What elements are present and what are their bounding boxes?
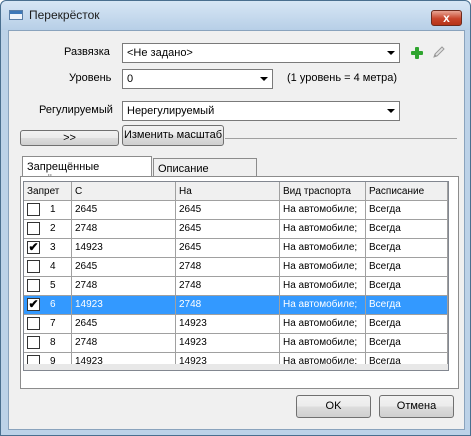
ok-button[interactable]: OK bbox=[296, 395, 371, 418]
cell-transport[interactable]: На автомобиле; bbox=[280, 239, 366, 258]
cell-transport[interactable]: На автомобиле; bbox=[280, 277, 366, 296]
tab-passage-description[interactable]: Описание проезда bbox=[153, 158, 257, 187]
level-select[interactable]: 0 bbox=[122, 69, 273, 89]
window-title: Перекрёсток bbox=[29, 8, 100, 22]
ban-checkbox[interactable] bbox=[27, 279, 40, 292]
regulated-label: Регулируемый bbox=[39, 104, 113, 116]
cell-schedule[interactable]: Всегда bbox=[366, 239, 448, 258]
table-row[interactable]: ✔ 6 14923 2748 На автомобиле; Всегда bbox=[24, 296, 448, 315]
cell-from[interactable]: 14923 bbox=[72, 296, 176, 315]
cell-from[interactable]: 2748 bbox=[72, 277, 176, 296]
column-header-ban[interactable]: Запрет bbox=[24, 182, 72, 201]
cell-to[interactable]: 2645 bbox=[176, 239, 280, 258]
cell-transport[interactable]: На автомобиле; bbox=[280, 258, 366, 277]
binding-label: Развязка bbox=[64, 46, 110, 58]
table-row[interactable]: 5 2748 2748 На автомобиле; Всегда bbox=[24, 277, 448, 296]
column-header-to[interactable]: На bbox=[176, 182, 280, 201]
cell-schedule[interactable]: Всегда bbox=[366, 334, 448, 353]
cell-ban: 4 bbox=[24, 258, 72, 277]
cell-transport[interactable]: На автомобиле; bbox=[280, 334, 366, 353]
row-number: 1 bbox=[50, 204, 56, 215]
chevron-down-icon[interactable] bbox=[383, 45, 398, 61]
cell-schedule[interactable]: Всегда bbox=[366, 201, 448, 220]
regulated-value: Нерегулируемый bbox=[127, 105, 215, 117]
row-number: 2 bbox=[50, 223, 56, 234]
ban-checkbox[interactable]: ✔ bbox=[27, 241, 40, 254]
column-header-transport[interactable]: Вид траспорта bbox=[280, 182, 366, 201]
row-number: 6 bbox=[50, 299, 56, 310]
cell-from[interactable]: 2645 bbox=[72, 201, 176, 220]
horizontal-scrollbar[interactable] bbox=[24, 364, 448, 370]
chevron-down-icon[interactable] bbox=[383, 103, 398, 119]
row-number: 8 bbox=[50, 337, 56, 348]
title-bar[interactable]: Перекрёсток x bbox=[1, 1, 470, 30]
ban-checkbox[interactable] bbox=[27, 317, 40, 330]
cell-schedule[interactable]: Всегда bbox=[366, 220, 448, 239]
level-label: Уровень bbox=[69, 72, 112, 84]
cell-transport[interactable]: На автомобиле; bbox=[280, 296, 366, 315]
window-icon bbox=[9, 10, 23, 20]
maneuvers-table: Запрет С На Вид траспорта Расписание 1 26… bbox=[23, 181, 449, 371]
table-header: Запрет С На Вид траспорта Расписание bbox=[24, 182, 448, 201]
cell-to[interactable]: 2645 bbox=[176, 220, 280, 239]
cell-to[interactable]: 14923 bbox=[176, 334, 280, 353]
row-number: 3 bbox=[50, 242, 56, 253]
ban-checkbox[interactable] bbox=[27, 336, 40, 349]
column-header-schedule[interactable]: Расписание bbox=[366, 182, 448, 201]
cell-ban: 5 bbox=[24, 277, 72, 296]
cell-transport[interactable]: На автомобиле; bbox=[280, 201, 366, 220]
cell-schedule[interactable]: Всегда bbox=[366, 277, 448, 296]
chevron-down-icon[interactable] bbox=[256, 71, 271, 87]
binding-value: <Не задано> bbox=[127, 47, 193, 59]
column-header-from[interactable]: С bbox=[72, 182, 176, 201]
cell-schedule[interactable]: Всегда bbox=[366, 258, 448, 277]
binding-select[interactable]: <Не задано> bbox=[122, 43, 400, 63]
regulated-select[interactable]: Нерегулируемый bbox=[122, 101, 400, 121]
expand-button[interactable]: >> bbox=[20, 130, 119, 146]
row-number: 5 bbox=[50, 280, 56, 291]
cell-transport[interactable]: На автомобиле; bbox=[280, 220, 366, 239]
add-icon[interactable] bbox=[410, 46, 424, 60]
close-button[interactable]: x bbox=[431, 10, 462, 26]
dialog-window: Перекрёсток x Развязка <Не задано> Урове… bbox=[0, 0, 471, 436]
row-number: 4 bbox=[50, 261, 56, 272]
table-row[interactable]: 1 2645 2645 На автомобиле; Всегда bbox=[24, 201, 448, 220]
cell-ban: 2 bbox=[24, 220, 72, 239]
tab-forbidden-maneuvers[interactable]: Запрещённые манёвры bbox=[22, 156, 152, 185]
cell-schedule[interactable]: Всегда bbox=[366, 315, 448, 334]
cell-to[interactable]: 2748 bbox=[176, 296, 280, 315]
table-row[interactable]: 4 2645 2748 На автомобиле; Всегда bbox=[24, 258, 448, 277]
ban-checkbox[interactable]: ✔ bbox=[27, 298, 40, 311]
cell-schedule[interactable]: Всегда bbox=[366, 296, 448, 315]
cell-from[interactable]: 2748 bbox=[72, 334, 176, 353]
ban-checkbox[interactable] bbox=[27, 222, 40, 235]
table-row[interactable]: ✔ 3 14923 2645 На автомобиле; Всегда bbox=[24, 239, 448, 258]
cancel-button[interactable]: Отмена bbox=[379, 395, 454, 418]
cell-ban: ✔ 6 bbox=[24, 296, 72, 315]
level-value: 0 bbox=[127, 73, 134, 85]
cell-from[interactable]: 14923 bbox=[72, 239, 176, 258]
cell-ban: 1 bbox=[24, 201, 72, 220]
ban-checkbox[interactable] bbox=[27, 203, 40, 216]
table-row[interactable]: 7 2645 14923 На автомобиле; Всегда bbox=[24, 315, 448, 334]
pencil-icon[interactable] bbox=[431, 44, 447, 60]
divider bbox=[225, 138, 457, 139]
cell-to[interactable]: 2748 bbox=[176, 277, 280, 296]
change-scale-button[interactable]: Изменить масштаб bbox=[122, 125, 224, 146]
cell-ban: 7 bbox=[24, 315, 72, 334]
cell-to[interactable]: 14923 bbox=[176, 315, 280, 334]
cell-from[interactable]: 2645 bbox=[72, 258, 176, 277]
row-number: 7 bbox=[50, 318, 56, 329]
level-hint: (1 уровень = 4 метра) bbox=[287, 72, 398, 84]
ban-checkbox[interactable] bbox=[27, 260, 40, 273]
cell-from[interactable]: 2645 bbox=[72, 315, 176, 334]
table-row[interactable]: 2 2748 2645 На автомобиле; Всегда bbox=[24, 220, 448, 239]
cell-from[interactable]: 2748 bbox=[72, 220, 176, 239]
table-row[interactable]: 8 2748 14923 На автомобиле; Всегда bbox=[24, 334, 448, 353]
cell-ban: 8 bbox=[24, 334, 72, 353]
cell-ban: ✔ 3 bbox=[24, 239, 72, 258]
cell-transport[interactable]: На автомобиле; bbox=[280, 315, 366, 334]
cell-to[interactable]: 2645 bbox=[176, 201, 280, 220]
cell-to[interactable]: 2748 bbox=[176, 258, 280, 277]
